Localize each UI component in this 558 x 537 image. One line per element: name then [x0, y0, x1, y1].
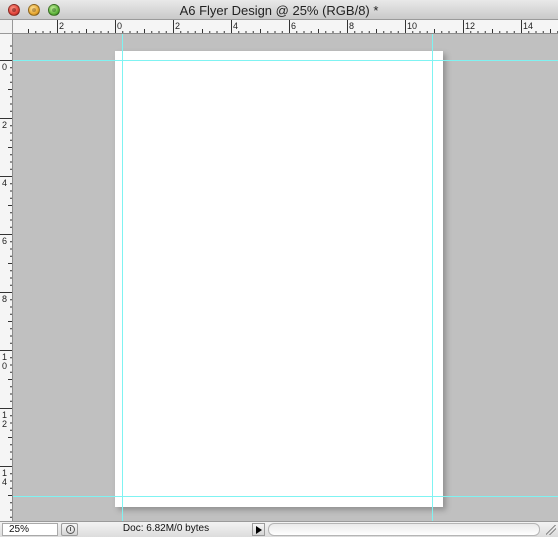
document-size-info: Doc: 6.82M/0 bytes: [122, 523, 210, 534]
guide-vertical-left[interactable]: [122, 34, 123, 521]
ruler-label: 2: [59, 21, 64, 31]
ruler-origin[interactable]: [0, 20, 13, 34]
stopwatch-icon[interactable]: [61, 523, 78, 536]
ruler-label: 0: [2, 62, 7, 72]
ruler-label: 6: [291, 21, 296, 31]
ruler-label: 12: [465, 21, 475, 31]
ruler-label: 2: [2, 419, 7, 429]
window-title: A6 Flyer Design @ 25% (RGB/8) *: [179, 3, 379, 18]
ruler-label: 2: [2, 120, 7, 130]
zoom-level-field[interactable]: 25%: [2, 523, 58, 536]
document-page[interactable]: [115, 51, 443, 507]
guide-horizontal-bottom[interactable]: [13, 496, 558, 497]
status-bar: 25% Doc: 6.82M/0 bytes: [0, 521, 558, 537]
horizontal-ruler[interactable]: 2 0 2 4 6 8 10 12 14: [13, 20, 558, 34]
play-arrow-icon[interactable]: [252, 523, 265, 536]
ruler-label: 10: [407, 21, 417, 31]
vertical-ruler[interactable]: 02468101214: [0, 34, 13, 521]
ruler-label: 2: [175, 21, 180, 31]
guide-vertical-right[interactable]: [432, 34, 433, 521]
document-canvas[interactable]: [13, 34, 558, 521]
ruler-label: 4: [2, 178, 7, 188]
title-bar[interactable]: A6 Flyer Design @ 25% (RGB/8) *: [0, 0, 558, 20]
ruler-label: 4: [2, 477, 7, 487]
horizontal-ruler-ticks: 2 0 2 4 6 8 10 12 14: [28, 20, 558, 33]
resize-grip-icon[interactable]: [543, 523, 557, 536]
ruler-label: 0: [117, 21, 122, 31]
ruler-label: 4: [233, 21, 238, 31]
horizontal-scrollbar[interactable]: [268, 523, 540, 536]
ruler-label: 8: [349, 21, 354, 31]
guide-horizontal-top[interactable]: [13, 60, 558, 61]
photoshop-document-window: A6 Flyer Design @ 25% (RGB/8) * 2 0 2 4 6 8 10…: [0, 0, 558, 537]
ruler-label: 0: [2, 361, 7, 371]
ruler-label: 8: [2, 294, 7, 304]
vertical-ruler-ticks: 02468101214: [0, 45, 12, 518]
ruler-label: 14: [523, 21, 533, 31]
ruler-label: 6: [2, 236, 7, 246]
